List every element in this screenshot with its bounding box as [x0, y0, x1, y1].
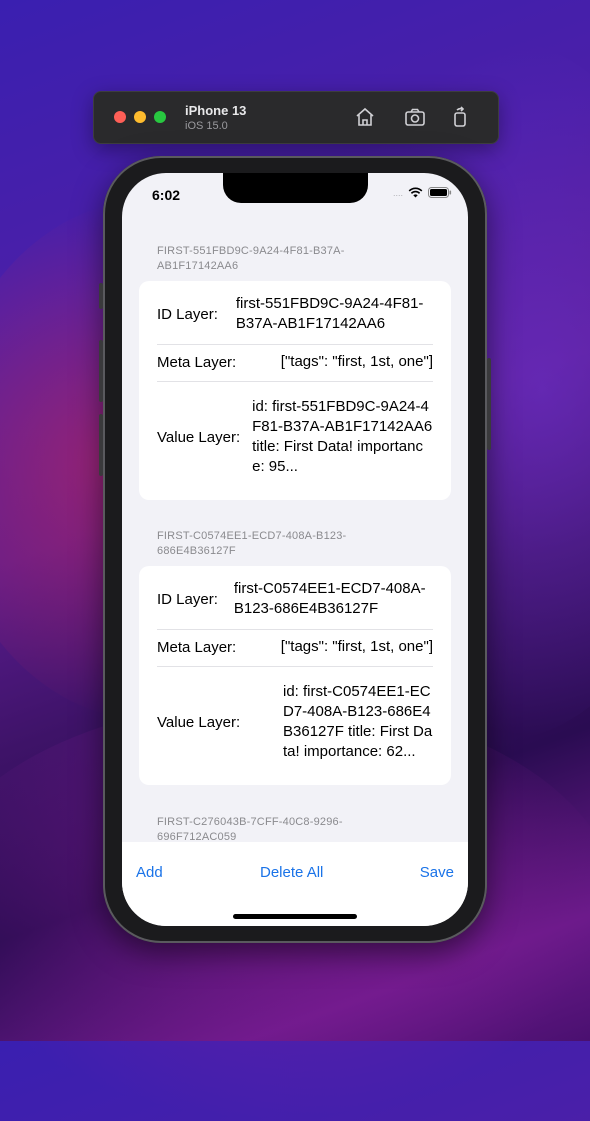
- volume-down-button: [99, 414, 103, 476]
- value-layer-value: id: first-551FBD9C-9A24-4F81-B37A-AB1F17…: [252, 398, 433, 475]
- separator: [157, 629, 433, 630]
- value-layer-value: id: first-C0574EE1-ECD7-408A-B123-686E4B…: [283, 683, 433, 760]
- mute-switch: [99, 283, 103, 309]
- value-layer-label: Value Layer:: [157, 428, 241, 446]
- rotate-icon[interactable]: [448, 105, 472, 129]
- id-layer-label: ID Layer:: [157, 590, 218, 608]
- record-card[interactable]: ID Layer: first-C0574EE1-ECD7-408A-B123-…: [139, 566, 451, 785]
- phone-screen: 6:02 .... FIRST-551FBD9C-9A24-4F81-B37A-…: [122, 173, 468, 926]
- home-icon[interactable]: [353, 105, 377, 129]
- add-button[interactable]: Add: [136, 864, 163, 881]
- record-card[interactable]: ID Layer: first-551FBD9C-9A24-4F81-B37A-…: [139, 281, 451, 500]
- separator: [157, 666, 433, 667]
- close-window-button[interactable]: [114, 111, 126, 123]
- id-layer-label: ID Layer:: [157, 305, 218, 323]
- wifi-icon: [408, 187, 423, 198]
- section-header: FIRST-C0574EE1-ECD7-408A-B123-686E4B3612…: [157, 530, 347, 557]
- meta-layer-value: ["tags": "first, 1st, one"]: [280, 638, 433, 655]
- bottom-toolbar: Add Delete All Save: [122, 842, 468, 926]
- separator: [157, 344, 433, 345]
- meta-layer-label: Meta Layer:: [157, 353, 237, 371]
- records-list[interactable]: FIRST-551FBD9C-9A24-4F81-B37A-AB1F17142A…: [122, 173, 468, 842]
- minimize-window-button[interactable]: [134, 111, 146, 123]
- save-button[interactable]: Save: [420, 864, 454, 881]
- section-header: FIRST-C276043B-7CFF-40C8-9296-696F712AC0…: [157, 816, 343, 842]
- screenshot-icon[interactable]: [403, 105, 427, 129]
- separator: [157, 381, 433, 382]
- signal-indicator: ....: [392, 187, 403, 198]
- home-indicator[interactable]: [233, 914, 357, 919]
- device-name: iPhone 13: [185, 103, 247, 118]
- battery-icon: [428, 187, 452, 198]
- status-icons: ....: [393, 187, 452, 198]
- id-layer-value: first-551FBD9C-9A24-4F81-B37A-AB1F17142A…: [235, 295, 424, 332]
- notch: [223, 173, 368, 203]
- status-time: 6:02: [152, 187, 181, 203]
- os-version: iOS 15.0: [185, 120, 228, 132]
- power-button: [487, 358, 491, 450]
- zoom-window-button[interactable]: [154, 111, 166, 123]
- meta-layer-value: ["tags": "first, 1st, one"]: [280, 353, 433, 370]
- simulator-titlebar: iPhone 13 iOS 15.0: [93, 91, 499, 144]
- value-layer-label: Value Layer:: [157, 713, 241, 731]
- volume-up-button: [99, 340, 103, 402]
- id-layer-value: first-C0574EE1-ECD7-408A-B123-686E4B3612…: [233, 580, 426, 617]
- delete-all-button[interactable]: Delete All: [260, 864, 323, 881]
- section-header: FIRST-551FBD9C-9A24-4F81-B37A-AB1F17142A…: [157, 245, 345, 272]
- meta-layer-label: Meta Layer:: [157, 638, 237, 656]
